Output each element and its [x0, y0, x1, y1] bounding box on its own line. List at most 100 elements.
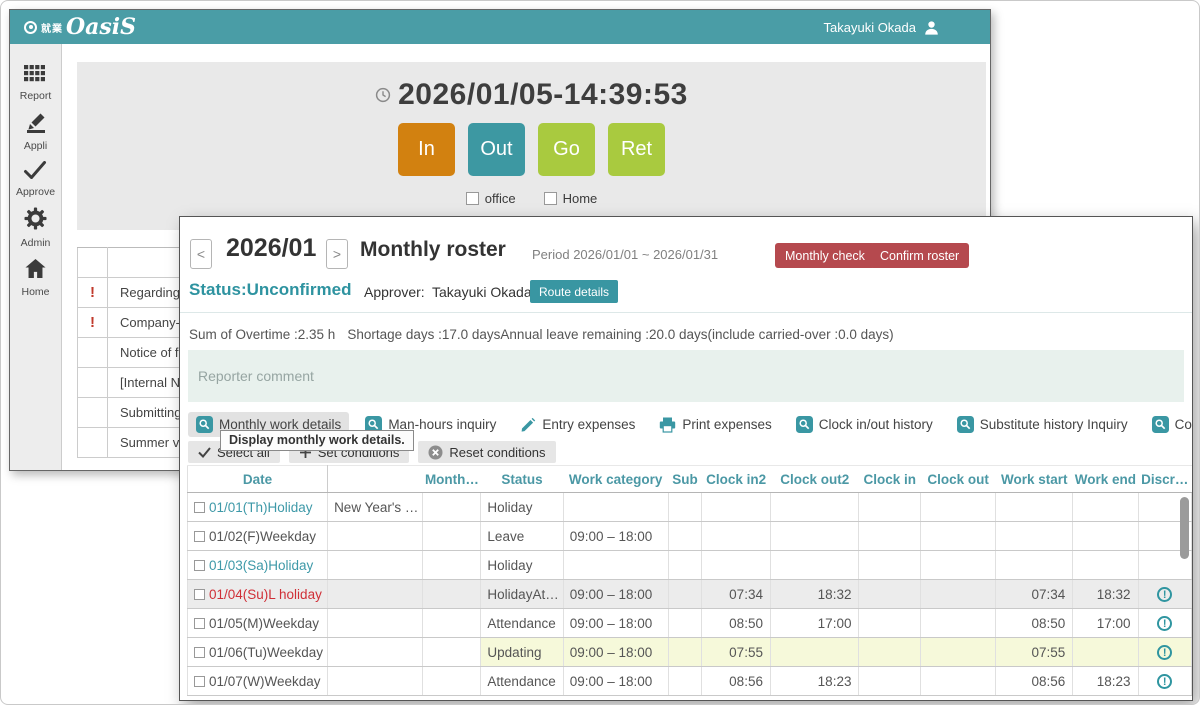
screen: 就業 OasiS Takayuki Okada Report Appli [0, 0, 1200, 705]
toolbar-compensatory-leave-history[interactable]: Compensatory Leave Hi [1144, 412, 1192, 437]
roster-row: 01/01(Th)HolidayNew Year's …Holiday [188, 493, 1192, 522]
discrepancy-cell: ! [1138, 638, 1191, 667]
discrepancy-icon[interactable]: ! [1157, 645, 1172, 660]
shortage-days: Shortage days :17.0 days [347, 327, 500, 342]
note-cell [328, 667, 423, 696]
toolbar-entry-expenses[interactable]: Entry expenses [512, 413, 643, 437]
row-checkbox[interactable] [194, 502, 205, 513]
office-checkbox[interactable] [466, 192, 479, 205]
clock-in2-cell: 07:34 [702, 580, 771, 609]
column-header-month-: Month… [423, 466, 481, 493]
clock-out-button[interactable]: Out [468, 123, 525, 176]
row-checkbox[interactable] [194, 676, 205, 687]
office-checkbox-label: office [485, 191, 516, 206]
sidebar-item-approve[interactable]: Approve [16, 161, 55, 198]
vertical-scrollbar-thumb[interactable] [1180, 497, 1189, 559]
row-checkbox[interactable] [194, 560, 205, 571]
work-start-cell [996, 551, 1073, 580]
page-title: Monthly roster [360, 238, 506, 262]
confirm-roster-button[interactable]: Confirm roster [870, 243, 969, 268]
date-cell: 01/05(M)Weekday [188, 609, 328, 638]
clock-in2-cell: 07:55 [702, 638, 771, 667]
gear-icon [24, 207, 47, 235]
toolbar-print-expenses[interactable]: Print expenses [651, 413, 779, 437]
monthly-roster-window: < 2026/01 > Monthly roster Period 2026/0… [179, 216, 1193, 701]
clock-out-cell [921, 667, 996, 696]
clock-in2-cell [702, 493, 771, 522]
work-category-cell: 09:00 – 18:00 [563, 522, 668, 551]
sub-cell [668, 609, 702, 638]
row-checkbox[interactable] [194, 618, 205, 629]
home-checkbox[interactable] [544, 192, 557, 205]
sidebar-label: Report [20, 90, 52, 102]
work-start-cell: 07:34 [996, 580, 1073, 609]
toolbar-substitute-history[interactable]: Substitute history Inquiry [949, 412, 1136, 437]
work-category-cell: 09:00 – 18:00 [563, 667, 668, 696]
column-header-work-category: Work category [563, 466, 668, 493]
notice-alert-mark [78, 368, 108, 398]
toolbar-clock-history[interactable]: Clock in/out history [788, 412, 941, 437]
date-cell: 01/02(F)Weekday [188, 522, 328, 551]
user-menu[interactable]: Takayuki Okada [824, 20, 941, 35]
reset-conditions-button[interactable]: Reset conditions [418, 441, 555, 463]
status-cell: HolidayAt… [481, 580, 563, 609]
column-header-clock-in2: Clock in2 [702, 466, 771, 493]
row-checkbox[interactable] [194, 531, 205, 542]
brand-logo-icon [24, 21, 37, 34]
prev-month-button[interactable]: < [190, 239, 212, 269]
notice-alert-mark: ! [78, 278, 108, 308]
date-cell: 01/01(Th)Holiday [188, 493, 328, 522]
work-category-cell: 09:00 – 18:00 [563, 638, 668, 667]
return-button[interactable]: Ret [608, 123, 665, 176]
monthly-check-button[interactable]: Monthly check [775, 243, 875, 268]
row-checkbox[interactable] [194, 647, 205, 658]
status-value: Unconfirmed [247, 280, 352, 299]
roster-row: 01/03(Sa)HolidayHoliday [188, 551, 1192, 580]
discrepancy-icon[interactable]: ! [1157, 616, 1172, 631]
date-label: 01/07(W)Weekday [209, 674, 321, 689]
home-icon [24, 258, 47, 284]
work-end-cell: 18:32 [1073, 580, 1138, 609]
status-cell: Attendance [481, 667, 563, 696]
discrepancy-icon[interactable]: ! [1157, 587, 1172, 602]
clock-out-cell [921, 580, 996, 609]
sidebar-label: Admin [21, 237, 51, 249]
toolbar-label: Clock in/out history [819, 417, 933, 432]
column-header-sub: Sub [668, 466, 702, 493]
sub-cell [668, 522, 702, 551]
tooltip: Display monthly work details. [220, 430, 414, 451]
sub-cell [668, 493, 702, 522]
status-label: Status: [189, 280, 247, 299]
clock-out2-cell [770, 551, 859, 580]
month-cell [423, 609, 481, 638]
overtime-sum: Sum of Overtime :2.35 h [189, 327, 335, 342]
sidebar-item-appli[interactable]: Appli [24, 111, 48, 152]
approver-label: Approver: [364, 284, 425, 300]
clock-in-cell [859, 667, 921, 696]
column-header-blank [328, 466, 423, 493]
date-cell: 01/06(Tu)Weekday [188, 638, 328, 667]
home-checkbox-label: Home [563, 191, 598, 206]
discrepancy-icon[interactable]: ! [1157, 674, 1172, 689]
roster-row: 01/07(W)WeekdayAttendance09:00 – 18:0008… [188, 667, 1192, 696]
sidebar-item-report[interactable]: Report [20, 64, 52, 102]
go-out-button[interactable]: Go [538, 123, 595, 176]
sidebar-label: Approve [16, 186, 55, 198]
reporter-comment-input[interactable]: Reporter comment [188, 350, 1184, 402]
column-header-clock-in: Clock in [859, 466, 921, 493]
row-checkbox[interactable] [194, 589, 205, 600]
note-cell [328, 522, 423, 551]
clock-panel: 2026/01/05-14:39:53 In Out Go Ret office… [77, 62, 986, 230]
app-header-bar: 就業 OasiS Takayuki Okada [10, 10, 990, 44]
column-header-clock-out2: Clock out2 [770, 466, 859, 493]
note-cell [328, 551, 423, 580]
notice-alert-mark [78, 428, 108, 458]
sidebar-item-home[interactable]: Home [21, 258, 49, 298]
divider [180, 312, 1192, 313]
current-datetime: 2026/01/05-14:39:53 [398, 78, 688, 112]
clock-in-button[interactable]: In [398, 123, 455, 176]
sidebar-item-admin[interactable]: Admin [21, 207, 51, 249]
column-header-date: Date [188, 466, 328, 493]
next-month-button[interactable]: > [326, 239, 348, 269]
route-details-button[interactable]: Route details [530, 280, 618, 303]
